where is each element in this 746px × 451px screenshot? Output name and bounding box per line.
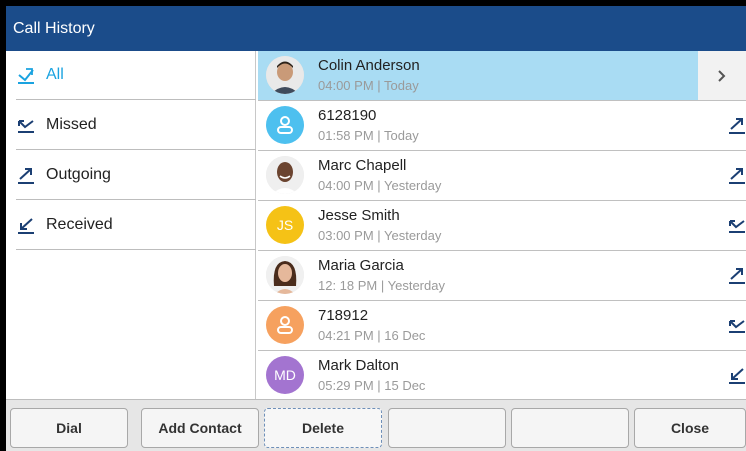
contact-name: Jesse Smith — [318, 207, 400, 224]
generic-contact-avatar — [266, 106, 304, 144]
call-row[interactable]: Marc Chapell 04:00 PM | Yesterday — [258, 151, 746, 201]
outgoing-call-icon — [16, 165, 36, 185]
outgoing-call-icon — [729, 268, 745, 284]
contact-photo-avatar — [266, 56, 304, 94]
outgoing-call-icon — [729, 118, 745, 134]
contact-photo-avatar — [266, 256, 304, 294]
missed-call-icon — [729, 320, 745, 333]
contact-name: Marc Chapell — [318, 157, 407, 174]
sidebar-item-label: Outgoing — [46, 166, 111, 183]
delete-button[interactable]: Delete — [264, 408, 382, 448]
received-call-icon — [16, 215, 36, 235]
call-time: 04:00 PM | Yesterday — [318, 178, 442, 193]
call-history-list: Colin Anderson 04:00 PM | Today 6128190 … — [258, 51, 746, 399]
sidebar-item-label: All — [46, 66, 64, 83]
initials-avatar: MD — [266, 356, 304, 394]
close-button[interactable]: Close — [634, 408, 746, 448]
sidebar-item-label: Missed — [46, 116, 97, 133]
sidebar-item-all[interactable]: All — [16, 51, 256, 100]
contact-photo-avatar — [266, 156, 304, 194]
generic-contact-avatar — [266, 306, 304, 344]
contact-name: 6128190 — [318, 107, 377, 124]
person-icon — [277, 316, 293, 334]
call-row[interactable]: JS Jesse Smith 03:00 PM | Yesterday — [258, 201, 746, 251]
sidebar-item-missed[interactable]: Missed — [16, 101, 256, 150]
call-row[interactable]: 718912 04:21 PM | 16 Dec — [258, 301, 746, 351]
outgoing-call-icon — [729, 168, 745, 184]
filter-sidebar: All Missed Outgoing Received — [6, 51, 256, 399]
initials-avatar: JS — [266, 206, 304, 244]
call-row[interactable]: MD Mark Dalton 05:29 PM | 15 Dec — [258, 351, 746, 401]
call-details-button[interactable] — [698, 51, 746, 101]
contact-name: Mark Dalton — [318, 357, 399, 374]
page-title: Call History — [13, 19, 95, 37]
missed-call-icon — [729, 220, 745, 233]
call-time: 12: 18 PM | Yesterday — [318, 278, 445, 293]
empty-softkey-4[interactable] — [388, 408, 506, 448]
add-contact-button[interactable]: Add Contact — [141, 408, 259, 448]
empty-softkey-5[interactable] — [511, 408, 629, 448]
dial-button[interactable]: Dial — [10, 408, 128, 448]
contact-name: Colin Anderson — [318, 57, 420, 74]
call-time: 01:58 PM | Today — [318, 128, 419, 143]
sidebar-item-received[interactable]: Received — [16, 201, 256, 250]
contact-name: Maria Garcia — [318, 257, 404, 274]
sidebar-item-outgoing[interactable]: Outgoing — [16, 151, 256, 200]
call-row[interactable]: Maria Garcia 12: 18 PM | Yesterday — [258, 251, 746, 301]
softkey-bar: Dial Add Contact Delete Close — [6, 399, 746, 451]
all-calls-icon — [16, 65, 36, 85]
avatar-initials: MD — [274, 367, 296, 383]
call-time: 04:00 PM | Today — [318, 78, 419, 93]
sidebar-item-label: Received — [46, 216, 113, 233]
chevron-right-icon — [718, 69, 726, 82]
call-row[interactable]: Colin Anderson 04:00 PM | Today — [258, 51, 698, 101]
title-bar: Call History — [6, 6, 746, 51]
avatar-initials: JS — [276, 217, 294, 233]
received-call-icon — [729, 368, 745, 384]
missed-call-icon — [16, 115, 36, 135]
call-row[interactable]: 6128190 01:58 PM | Today — [258, 101, 746, 151]
call-time: 04:21 PM | 16 Dec — [318, 328, 426, 343]
call-time: 05:29 PM | 15 Dec — [318, 378, 426, 393]
person-icon — [277, 116, 293, 134]
call-time: 03:00 PM | Yesterday — [318, 228, 442, 243]
contact-name: 718912 — [318, 307, 369, 324]
